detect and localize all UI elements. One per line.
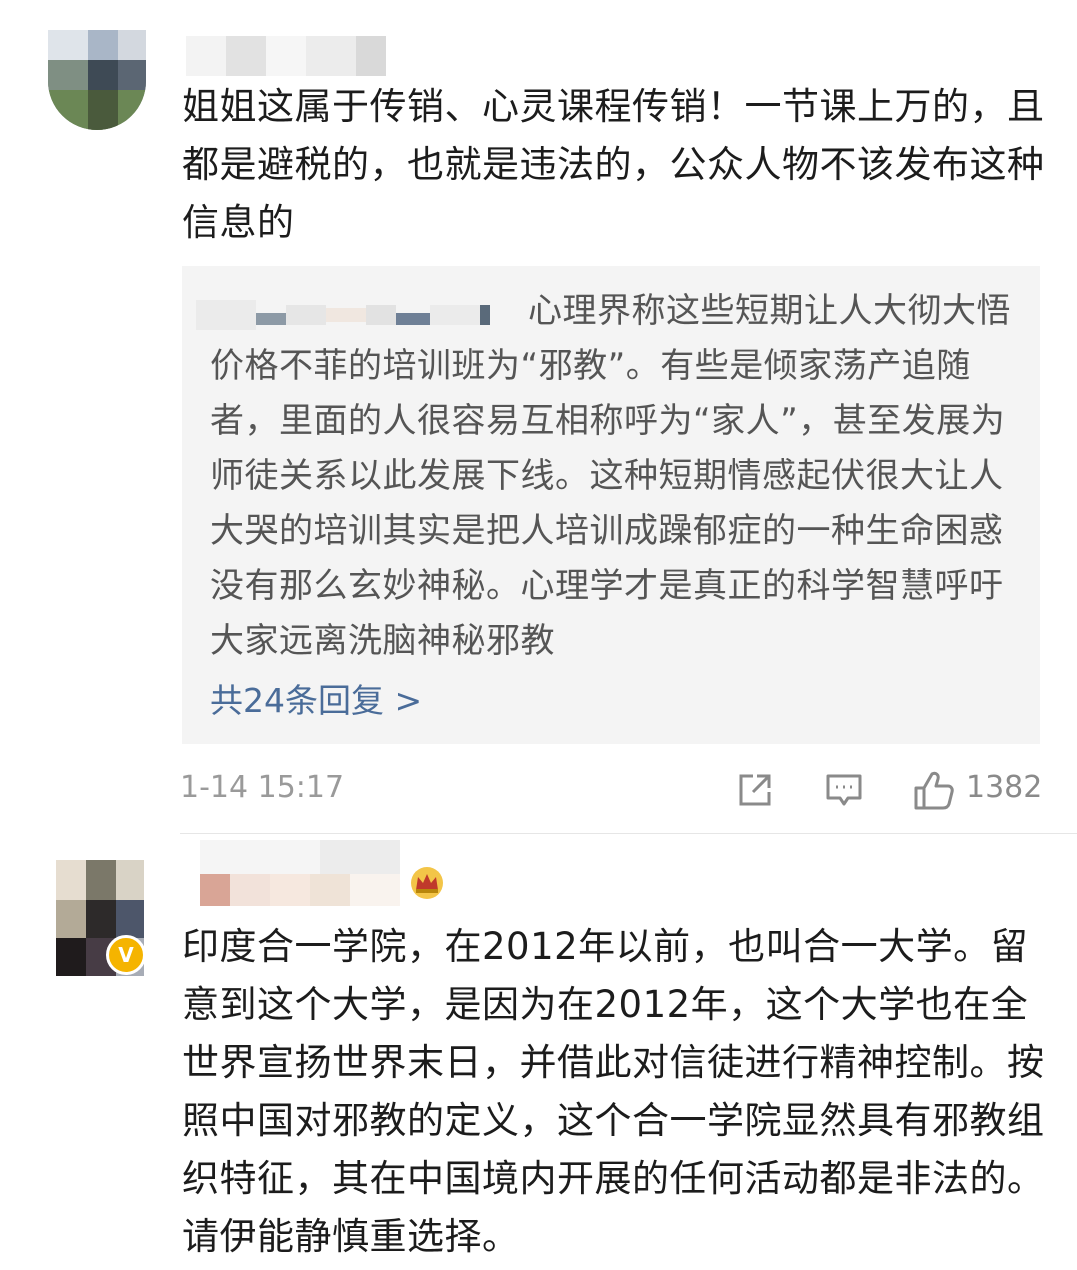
thumbs-up-icon[interactable] bbox=[912, 768, 956, 812]
share-icon[interactable] bbox=[735, 770, 775, 810]
username-blurred[interactable] bbox=[186, 36, 406, 76]
verified-v-icon: V bbox=[106, 935, 146, 975]
like-count: 1382 bbox=[966, 770, 1043, 805]
avatar[interactable] bbox=[48, 30, 146, 130]
view-replies-link[interactable]: 共24条回复 > bbox=[210, 674, 422, 722]
crown-icon bbox=[408, 866, 446, 900]
comment-icon[interactable] bbox=[824, 770, 864, 810]
divider bbox=[180, 833, 1077, 834]
username-blurred[interactable] bbox=[200, 840, 400, 906]
reply-text: 心理界称这些短期让人大彻大悟价格不菲的培训班为“邪教”。有些是倾家荡产追随者，里… bbox=[210, 291, 1011, 661]
comment-text: 印度合一学院，在2012年以前，也叫合一大学。留意到这个大学，是因为在2012年… bbox=[182, 925, 1045, 1258]
reply-preview[interactable]: 心理界称这些短期让人大彻大悟价格不菲的培训班为“邪教”。有些是倾家荡产追随者，里… bbox=[182, 266, 1040, 744]
comment-timestamp: 1-14 15:17 bbox=[180, 770, 345, 805]
comment-text: 姐姐这属于传销、心灵课程传销！一节课上万的，且都是避税的，也就是违法的，公众人物… bbox=[182, 85, 1045, 244]
